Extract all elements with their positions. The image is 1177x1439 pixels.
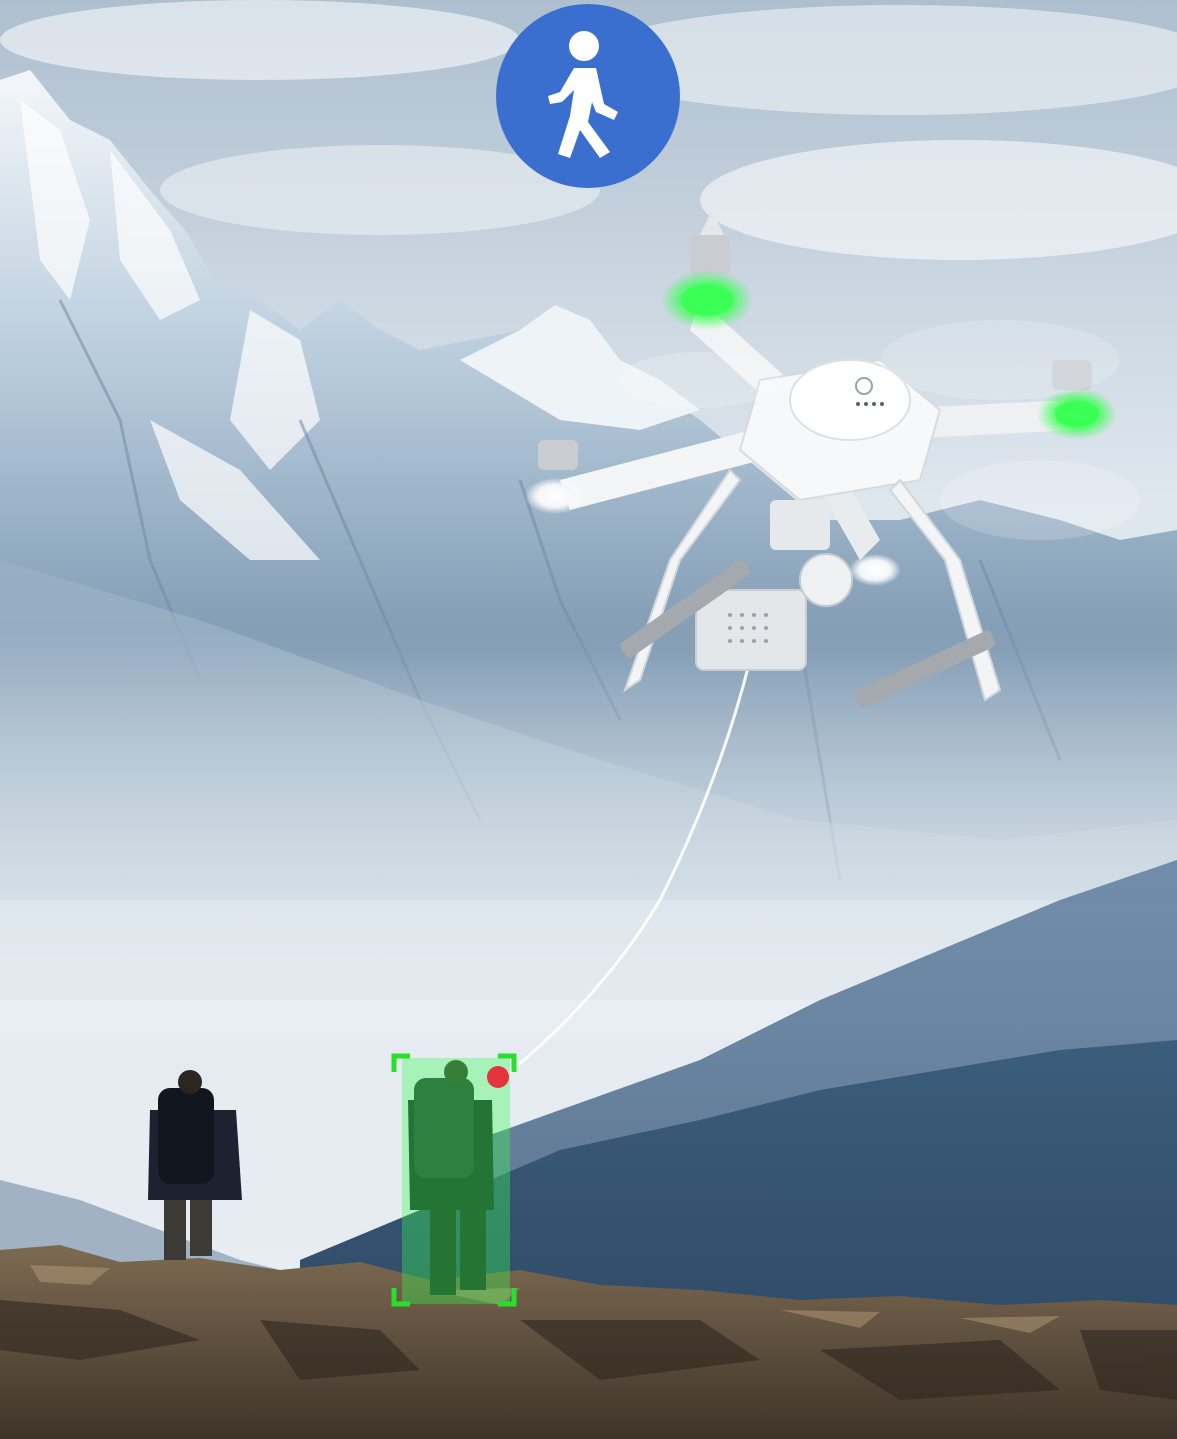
promo-scene (0, 0, 1177, 1439)
follow-me-badge (496, 4, 680, 188)
tracking-dot (487, 1066, 509, 1088)
landscape (0, 0, 1177, 1439)
rear-led-right (849, 554, 901, 586)
rear-led-left (525, 478, 585, 514)
tracking-box (391, 1053, 517, 1307)
